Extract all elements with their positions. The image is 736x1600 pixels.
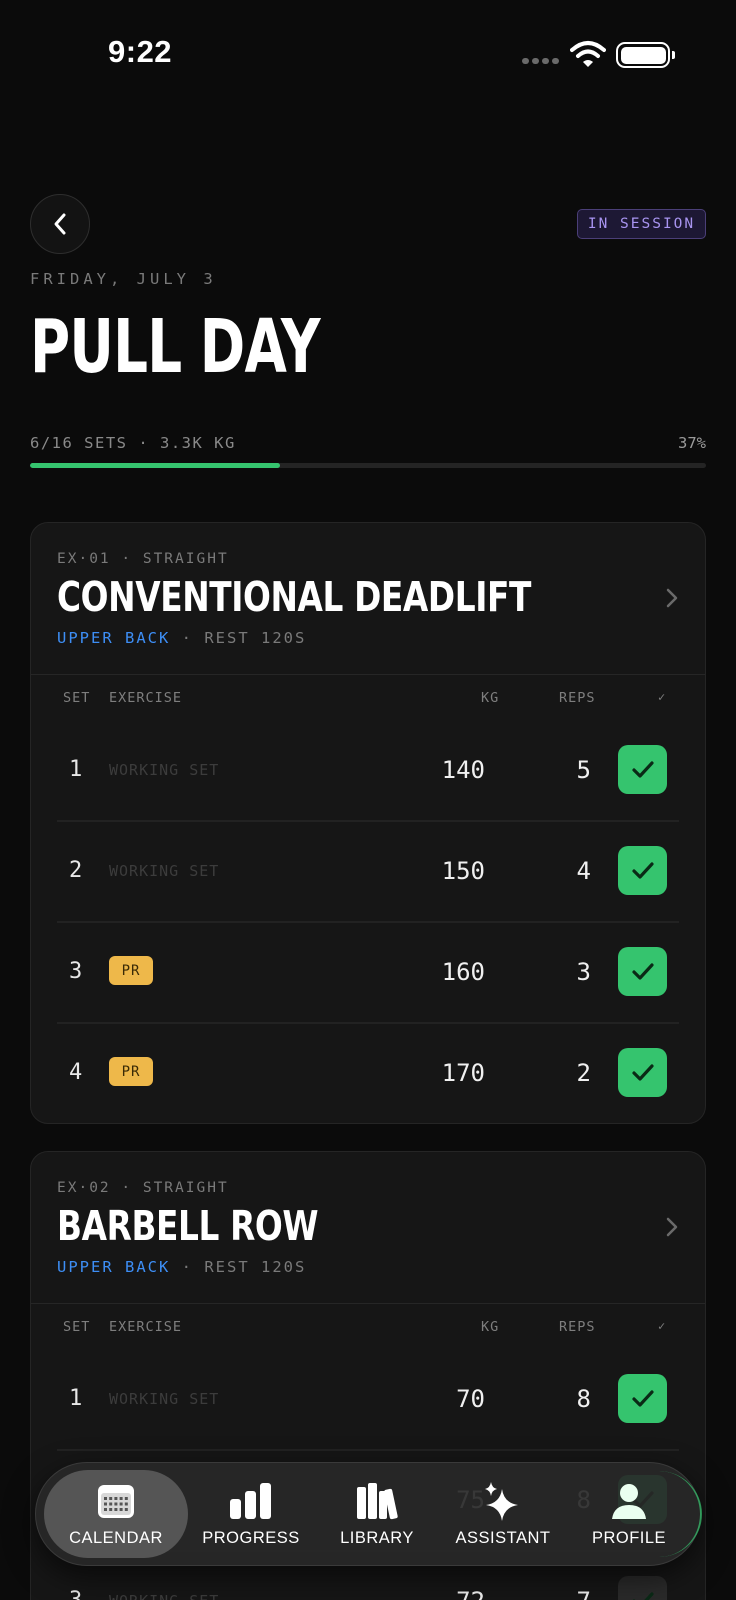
set-type-label: WORKING SET [109, 761, 220, 779]
chevron-right-icon [666, 588, 678, 608]
wifi-icon [570, 41, 606, 67]
column-exercise: EXERCISE [109, 690, 183, 706]
progress-bar-fill [30, 463, 281, 468]
workout-date: FRIDAY, JULY 3 [30, 270, 217, 288]
set-row[interactable]: 1 WORKING SET 70 8 [31, 1348, 705, 1449]
set-weight[interactable]: 140 [442, 756, 485, 784]
set-row[interactable]: 3 PR 160 3 [31, 921, 705, 1022]
set-complete-checkbox[interactable] [618, 1374, 667, 1423]
person-icon [612, 1483, 646, 1519]
set-reps[interactable]: 7 [577, 1587, 591, 1600]
progress-summary: 6/16 SETS · 3.3K KG [30, 434, 236, 452]
set-reps[interactable]: 5 [577, 756, 591, 784]
set-complete-checkbox[interactable] [618, 745, 667, 794]
tab-label: LIBRARY [340, 1528, 414, 1547]
column-reps: REPS [559, 1319, 596, 1335]
tab-assistant[interactable]: ASSISTANT [440, 1470, 566, 1558]
cellular-signal-icon [522, 58, 559, 64]
set-complete-checkbox[interactable] [618, 1576, 667, 1600]
set-number: 3 [69, 959, 83, 984]
check-icon [631, 760, 654, 778]
tab-progress[interactable]: PROGRESS [188, 1470, 314, 1558]
set-type-label: WORKING SET [109, 1592, 219, 1600]
set-type-label: WORKING SET [109, 1390, 220, 1408]
progress-bar [30, 463, 706, 468]
exercise-card[interactable]: EX·01 · STRAIGHT CONVENTIONAL DEADLIFT UPP… [30, 522, 706, 1124]
chevron-left-icon [54, 213, 66, 235]
exercise-meta: EX·01 · STRAIGHT [57, 551, 229, 567]
set-weight[interactable]: 160 [442, 958, 485, 986]
set-row[interactable]: 4 PR 170 2 [31, 1022, 705, 1123]
muscle-group: UPPER BACK [57, 629, 171, 647]
set-weight[interactable]: 70 [456, 1385, 485, 1413]
tab-label: ASSISTANT [455, 1528, 551, 1547]
tab-label: PROFILE [591, 1528, 667, 1547]
set-number: 4 [69, 1060, 83, 1085]
set-weight[interactable]: 150 [442, 857, 485, 885]
tab-label: PROGRESS [202, 1528, 300, 1547]
column-set: SET [63, 1319, 91, 1335]
pr-badge: PR [109, 956, 153, 985]
set-complete-checkbox[interactable] [618, 1048, 667, 1097]
set-number: 3 [69, 1588, 82, 1600]
check-icon [631, 1063, 654, 1081]
rest-time: · REST 120S [181, 1258, 307, 1276]
set-row[interactable]: 2 WORKING SET 150 4 [31, 820, 705, 921]
tab-profile[interactable]: PROFILE [566, 1470, 692, 1558]
check-icon [631, 861, 654, 879]
check-icon [631, 1389, 654, 1407]
set-complete-checkbox[interactable] [618, 947, 667, 996]
column-set: SET [63, 690, 91, 706]
exercise-card-header[interactable]: EX·01 · STRAIGHT CONVENTIONAL DEADLIFT UPP… [31, 523, 705, 675]
exercise-details: UPPER BACK · REST 120S [57, 1258, 306, 1276]
status-time: 9:22 [108, 34, 173, 69]
set-reps[interactable]: 8 [577, 1385, 591, 1413]
column-complete: ✓ [658, 690, 667, 704]
tab-library[interactable]: LIBRARY [314, 1470, 440, 1558]
calendar-icon [98, 1484, 134, 1518]
set-number: 1 [69, 757, 83, 782]
books-icon [357, 1482, 398, 1519]
exercise-meta: EX·02 · STRAIGHT [57, 1180, 229, 1196]
column-reps: REPS [559, 690, 596, 706]
bottom-tab-bar: CALENDAR PROGRESS LIBRARY ASSISTANT PROFILE [35, 1462, 702, 1566]
exercise-card-header[interactable]: EX·02 · STRAIGHT BARBELL ROW UPPER BACK · … [31, 1152, 705, 1304]
page-title: PULL DAY [30, 304, 321, 390]
tab-label: CALENDAR [69, 1528, 163, 1547]
back-button[interactable] [30, 194, 90, 254]
set-complete-checkbox[interactable] [618, 846, 667, 895]
check-icon [631, 962, 654, 980]
set-reps[interactable]: 2 [577, 1059, 591, 1087]
exercise-name: BARBELL ROW [57, 1202, 319, 1250]
muscle-group: UPPER BACK [57, 1258, 171, 1276]
exercise-name: CONVENTIONAL DEADLIFT [57, 573, 531, 621]
check-icon [631, 1591, 654, 1600]
tab-calendar[interactable]: CALENDAR [44, 1470, 188, 1558]
battery-icon [616, 42, 675, 68]
chevron-right-icon [666, 1217, 678, 1237]
set-row[interactable]: 1 WORKING SET 140 5 [31, 719, 705, 820]
pr-badge: PR [109, 1057, 153, 1086]
set-table-header: SET EXERCISE KG REPS ✓ [31, 675, 705, 719]
set-weight[interactable]: 170 [442, 1059, 485, 1087]
sparkle-icon [485, 1481, 518, 1521]
bar-chart-icon [230, 1482, 271, 1519]
column-complete: ✓ [658, 1319, 667, 1333]
set-reps[interactable]: 3 [577, 958, 591, 986]
column-kg: KG [481, 690, 500, 706]
column-kg: KG [481, 1319, 500, 1335]
column-exercise: EXERCISE [109, 1319, 183, 1335]
set-number: 2 [69, 858, 83, 883]
rest-time: · REST 120S [181, 629, 307, 647]
progress-percent: 37% [678, 434, 706, 452]
set-weight[interactable]: 72 [456, 1587, 485, 1600]
exercise-details: UPPER BACK · REST 120S [57, 629, 306, 647]
set-type-label: WORKING SET [109, 862, 220, 880]
set-table-header: SET EXERCISE KG REPS ✓ [31, 1304, 705, 1348]
set-reps[interactable]: 4 [577, 857, 591, 885]
status-bar: 9:22 [0, 0, 736, 110]
session-status-badge: IN SESSION [577, 209, 706, 239]
set-number: 1 [69, 1386, 83, 1411]
